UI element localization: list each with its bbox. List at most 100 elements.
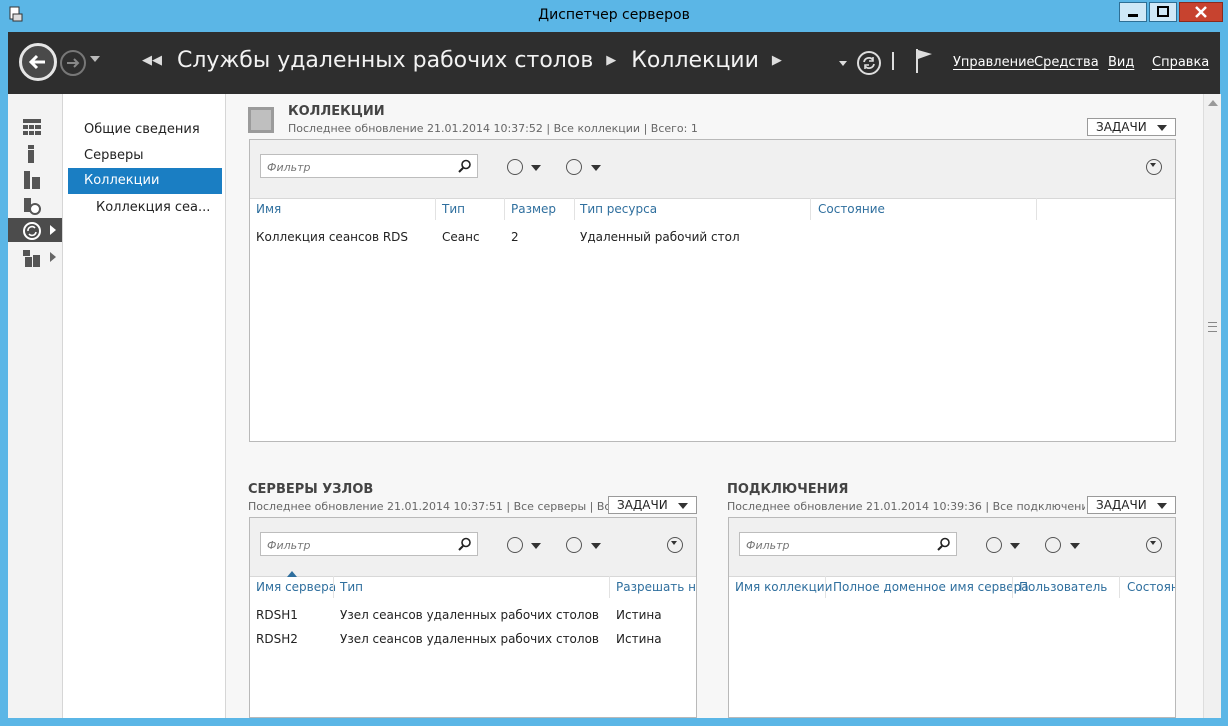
list-options-dropdown-icon[interactable] [531,165,541,171]
menu-manage[interactable]: Управление [953,55,1035,70]
title-bar: Диспетчер серверов [0,0,1228,32]
all-servers-icon [24,171,40,189]
column-separator [333,576,334,598]
column-header-type[interactable]: Тип [340,580,363,594]
column-header-size[interactable]: Размер [511,202,556,216]
expand-icon[interactable] [667,537,683,553]
hosts-toolbar [250,518,696,577]
list-options-icon[interactable] [986,537,1002,553]
nav-item-session-collection[interactable]: Коллекция сеа... [68,195,222,221]
column-header-resource-type[interactable]: Тип ресурса [580,202,657,216]
filter-input[interactable] [261,533,453,557]
list-options-dropdown-icon[interactable] [1010,543,1020,549]
collections-title: КОЛЛЕКЦИИ [288,104,385,119]
search-icon[interactable] [937,537,951,551]
server-group-icon [23,250,40,267]
nav-item-overview[interactable]: Общие сведения [68,117,222,143]
rail-item-file-services[interactable] [8,193,62,217]
collections-toolbar [250,140,1175,199]
cell-server-name: RDSH2 [256,632,298,646]
column-header-state[interactable]: Состоян [1127,580,1175,594]
refresh-icon [863,57,875,69]
table-row[interactable]: Коллекция сеансов RDS Сеанс 2 Удаленный … [250,228,1175,248]
menu-tools[interactable]: Средства [1034,55,1099,70]
save-dropdown-icon[interactable] [591,165,601,171]
save-dropdown-icon[interactable] [1070,543,1080,549]
list-options-icon[interactable] [507,159,523,175]
local-server-icon [28,145,34,163]
flag-icon[interactable] [914,48,934,74]
column-separator [810,198,811,220]
rail-item-other-services[interactable] [8,245,62,269]
column-header-collection-name[interactable]: Имя коллекции [735,580,832,594]
breadcrumb-item-collections[interactable]: Коллекции [631,48,759,73]
scroll-grip-icon[interactable] [1208,322,1217,332]
save-icon[interactable] [566,159,582,175]
breadcrumb-next-icon[interactable]: ▶ [772,53,782,68]
rail-item-remote-desktop-services[interactable] [8,218,62,242]
filter-input[interactable] [261,155,453,179]
expand-icon[interactable] [1146,537,1162,553]
vertical-scrollbar[interactable] [1203,94,1221,718]
column-header-state[interactable]: Состояние [818,202,885,216]
navigation-panel: Общие сведения Серверы Коллекции Коллекц… [63,94,226,718]
list-options-dropdown-icon[interactable] [531,543,541,549]
forward-button[interactable] [60,50,86,76]
column-header-server-fqdn[interactable]: Полное доменное имя сервера [833,580,1029,594]
scroll-up-icon[interactable] [1208,100,1218,106]
tasks-label: ЗАДАЧИ [617,498,668,512]
rail-item-all-servers[interactable] [8,167,62,191]
file-storage-icon [24,198,41,215]
expand-arrow-icon[interactable] [50,252,56,262]
connections-panel: Имя коллекции Полное доменное имя сервер… [728,517,1176,718]
back-icon [28,54,45,70]
close-button[interactable] [1179,2,1223,22]
menu-view[interactable]: Вид [1108,55,1134,70]
nav-item-collections[interactable]: Коллекции [68,168,222,194]
content-area: КОЛЛЕКЦИИ Последнее обновление 21.01.201… [226,94,1203,718]
forward-icon [67,58,80,68]
expand-arrow-icon[interactable] [50,225,56,235]
column-header-user[interactable]: Пользователь [1019,580,1107,594]
header-dropdown-icon[interactable] [839,61,847,66]
breadcrumb: ◀◀ Службы удаленных рабочих столов ▶ Кол… [136,48,790,73]
column-header-name[interactable]: Имя [256,202,281,216]
cell-allow-new: Истина [616,632,662,646]
tasks-label: ЗАДАЧИ [1096,120,1147,134]
column-header-server-name[interactable]: Имя сервера [256,580,336,594]
cell-size: 2 [511,230,519,244]
maximize-button[interactable] [1149,2,1177,22]
refresh-button[interactable] [857,51,881,75]
save-icon[interactable] [566,537,582,553]
history-dropdown-icon[interactable] [90,56,100,62]
back-button[interactable] [19,43,57,81]
cell-resource-type: Удаленный рабочий стол [580,230,740,244]
minimize-button[interactable] [1119,2,1147,22]
filter-input[interactable] [740,533,932,557]
connections-tasks-button[interactable]: ЗАДАЧИ [1087,496,1176,514]
breadcrumb-separator-icon[interactable]: ▶ [606,53,616,68]
menu-help[interactable]: Справка [1152,55,1209,70]
column-header-type[interactable]: Тип [442,202,465,216]
list-options-icon[interactable] [507,537,523,553]
close-icon [1195,6,1207,18]
column-header-allow-new[interactable]: Разрешать нов [616,580,696,594]
breadcrumb-item-rds[interactable]: Службы удаленных рабочих столов [177,48,593,73]
cell-server-name: RDSH1 [256,608,298,622]
search-icon[interactable] [458,159,472,173]
hosts-tasks-button[interactable]: ЗАДАЧИ [608,496,697,514]
nav-item-servers[interactable]: Серверы [68,143,222,169]
save-dropdown-icon[interactable] [591,543,601,549]
table-row[interactable]: RDSH1 Узел сеансов удаленных рабочих сто… [250,606,696,626]
search-icon[interactable] [458,537,472,551]
collections-tasks-button[interactable]: ЗАДАЧИ [1087,118,1176,136]
breadcrumb-root-chevron-icon[interactable]: ◀◀ [142,53,162,68]
rail-item-local-server[interactable] [8,141,62,165]
cell-allow-new: Истина [616,608,662,622]
dropdown-icon [678,503,688,509]
save-icon[interactable] [1045,537,1061,553]
table-row[interactable]: RDSH2 Узел сеансов удаленных рабочих сто… [250,630,696,650]
rail-item-dashboard[interactable] [8,115,62,139]
expand-icon[interactable] [1146,159,1162,175]
hosts-filter [260,532,478,557]
